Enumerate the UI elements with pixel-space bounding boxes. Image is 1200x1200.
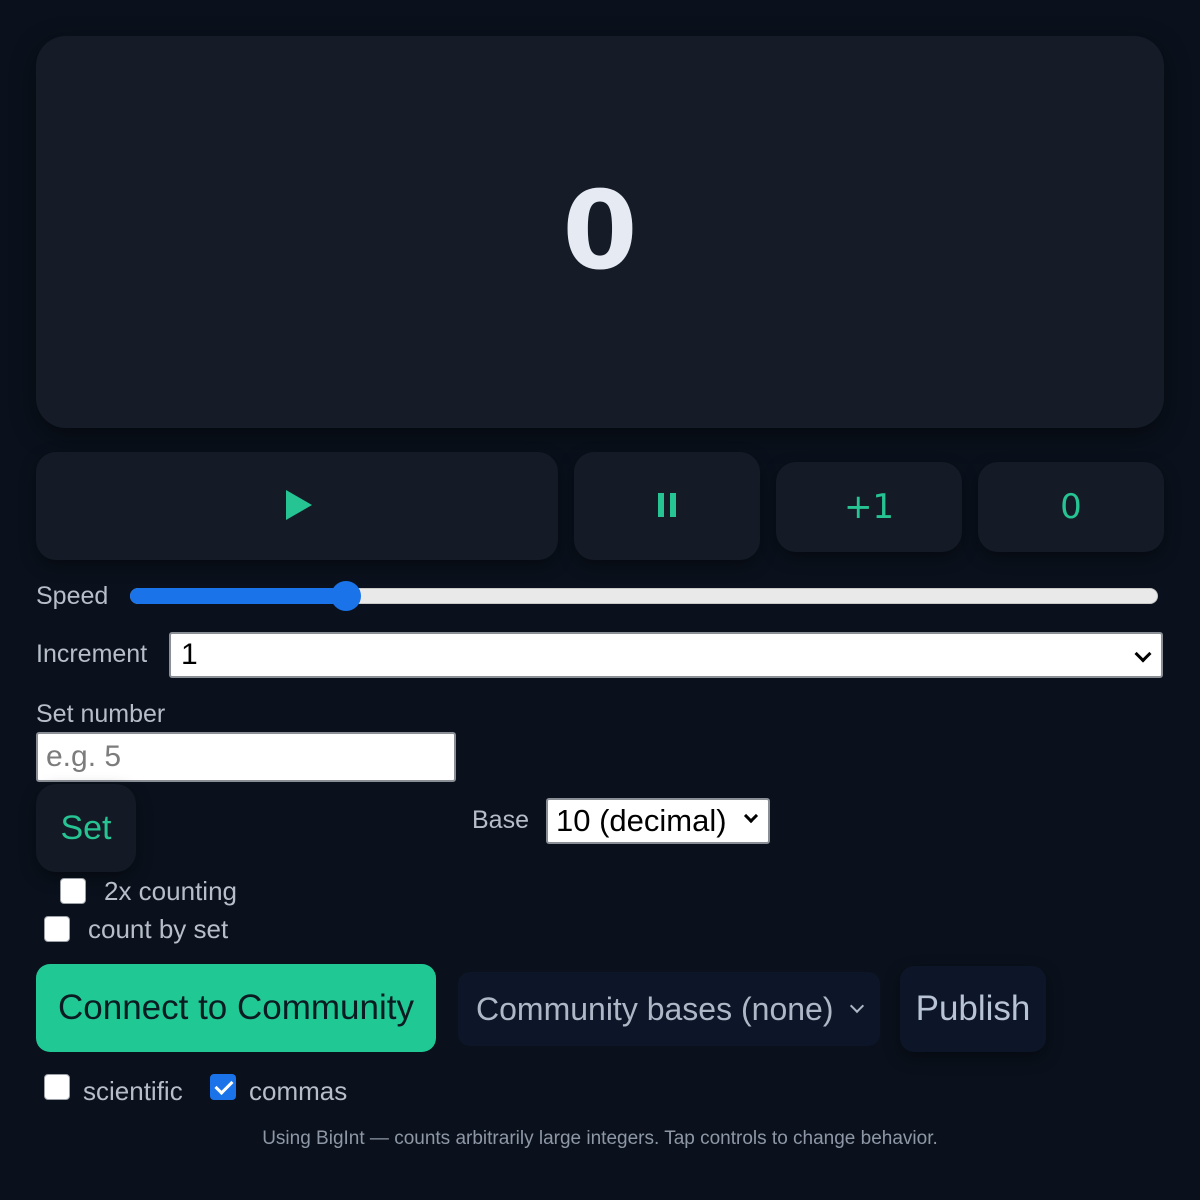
connect-community-button[interactable]: Connect to Community [36,964,436,1052]
set-button[interactable]: Set [36,784,136,872]
counter-app: 0 +1 0 Speed Increment 1 Set number e.g.… [0,0,1200,1200]
play-button[interactable] [36,452,558,560]
speed-label: Speed [36,582,109,610]
publish-button[interactable]: Publish [900,966,1046,1052]
community-bases-select[interactable]: Community bases (none) [458,972,880,1046]
speed-slider[interactable] [130,581,1158,611]
scientific-label: scientific [83,1076,183,1106]
chevron-down-icon [1134,645,1152,663]
count-by-set-checkbox[interactable] [44,916,70,942]
set-number-label: Set number [36,700,166,728]
reset-button[interactable]: 0 [978,462,1164,552]
two-x-label: 2x counting [104,876,237,906]
count-by-set-label: count by set [88,914,229,944]
increment-select-value: 1 [181,638,198,671]
increment-button[interactable]: +1 [776,462,962,552]
play-icon [286,490,312,520]
commas-label: commas [249,1076,348,1106]
scientific-checkbox[interactable] [44,1074,70,1100]
commas-checkbox[interactable] [210,1074,236,1100]
counter-value: 0 [562,169,638,294]
base-select[interactable]: 10 (decimal) [546,798,770,844]
base-label: Base [472,806,529,834]
slider-fill [130,588,346,604]
counter-display: 0 [36,36,1164,428]
chevron-down-icon [743,808,759,824]
set-number-placeholder: e.g. 5 [46,740,122,773]
two-x-checkbox[interactable] [60,878,86,904]
set-number-input[interactable]: e.g. 5 [36,732,456,782]
increment-select[interactable]: 1 [169,632,1163,678]
chevron-down-icon [849,998,865,1014]
pause-button[interactable] [574,452,760,560]
base-select-value: 10 (decimal) [556,803,727,838]
increment-label: Increment [36,640,148,668]
slider-thumb[interactable] [330,581,361,611]
community-bases-value: Community bases (none) [476,990,834,1027]
pause-icon [658,493,676,517]
footer-note: Using BigInt — counts arbitrarily large … [262,1128,938,1149]
